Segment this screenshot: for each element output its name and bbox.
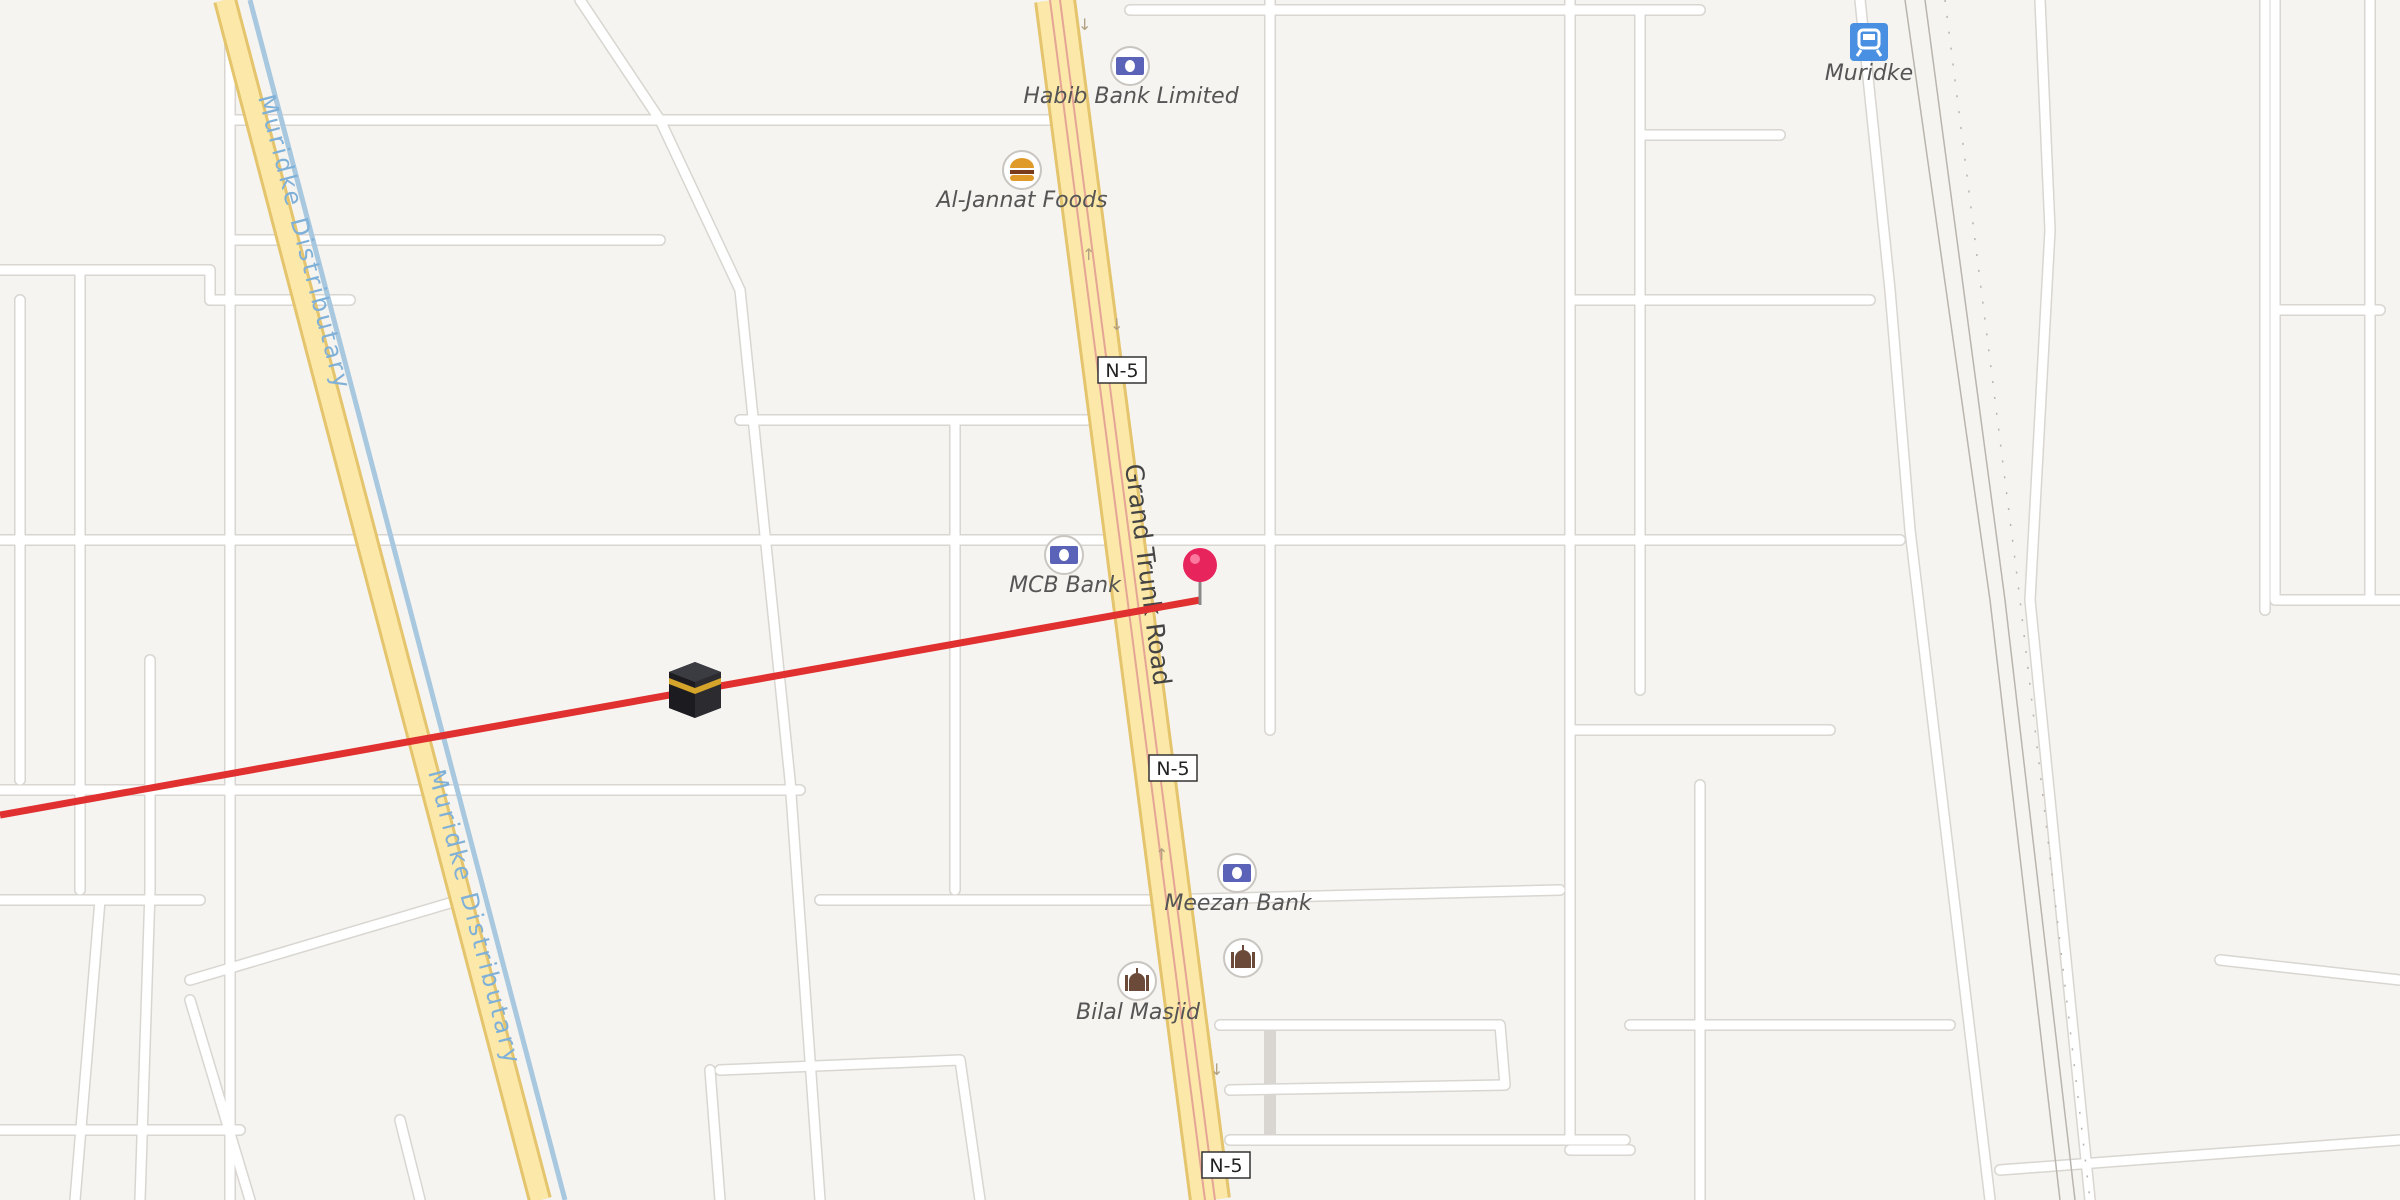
svg-text:N-5: N-5 [1209, 1155, 1242, 1177]
svg-text:↓: ↓ [1210, 1060, 1223, 1079]
route-shield-n5: N-5 [1097, 356, 1147, 384]
bank-icon [1217, 853, 1257, 893]
svg-text:N-5: N-5 [1156, 758, 1189, 780]
svg-text:N-5: N-5 [1105, 360, 1138, 382]
habib-bank-label: Habib Bank Limited [1023, 84, 1239, 109]
bank-icon [1044, 535, 1084, 575]
al-jannat-foods-label: Al-Jannat Foods [934, 188, 1107, 213]
meezan-bank-label: Meezan Bank [1164, 891, 1313, 916]
mcb-bank-label: MCB Bank [1009, 573, 1122, 598]
route-shield-n5: N-5 [1201, 1151, 1251, 1179]
mosque-icon [1117, 961, 1157, 1001]
fast-food-icon [1002, 150, 1042, 190]
map-canvas[interactable]: ↓ ↑ ↓ ↑ ↓ Grand Trunk Road Muridke Distr… [0, 0, 2400, 1200]
kaaba-icon[interactable] [669, 662, 721, 718]
svg-text:↑: ↑ [1155, 845, 1168, 864]
bilal-masjid-label: Bilal Masjid [1076, 1000, 1201, 1025]
route-shield-n5: N-5 [1148, 754, 1198, 782]
muridke-station-label: Muridke [1825, 61, 1913, 86]
train-station-icon [1850, 23, 1888, 61]
svg-text:↓: ↓ [1110, 315, 1123, 334]
bank-icon [1110, 46, 1150, 86]
mosque-icon[interactable] [1223, 938, 1263, 978]
svg-text:↑: ↑ [1082, 245, 1095, 264]
svg-text:↓: ↓ [1078, 15, 1091, 34]
